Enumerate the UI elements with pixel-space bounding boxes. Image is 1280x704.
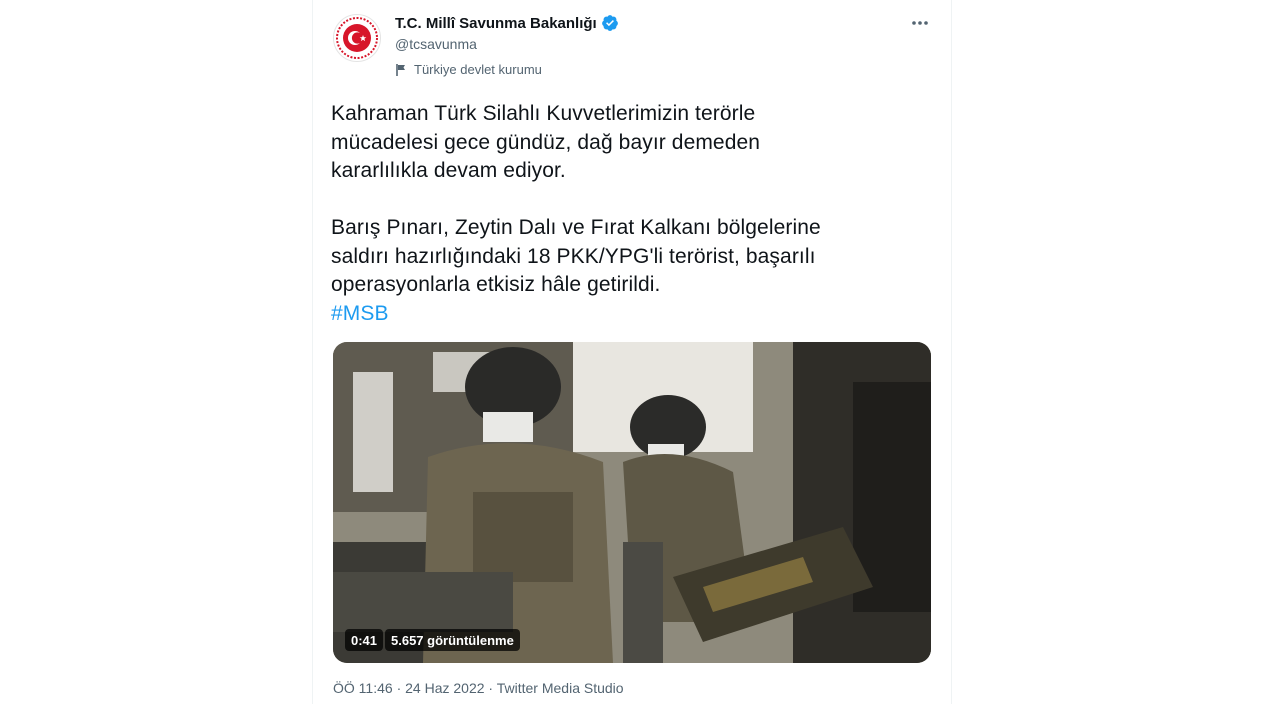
hashtag-link[interactable]: #MSB [331,302,389,325]
avatar[interactable] [333,14,381,62]
name-row: T.C. Millî Savunma Bakanlığı [395,14,619,32]
more-options-icon[interactable] [909,12,931,34]
author-handle[interactable]: @tcsavunma [395,36,619,52]
government-label[interactable]: Türkiye devlet kurumu [395,62,619,77]
tweet-card: T.C. Millî Savunma Bakanlığı @tcsavunma … [312,0,952,704]
flag-icon [396,63,405,76]
video-duration: 0:41 [345,629,384,651]
government-label-text: Türkiye devlet kurumu [414,62,542,77]
tweet-text: Kahraman Türk Silahlı Kuvvetlerimizin te… [331,102,821,296]
author-block: T.C. Millî Savunma Bakanlığı @tcsavunma … [395,14,619,77]
tweet-time[interactable]: ÖÖ 11:46 [333,680,393,696]
tweet-date[interactable]: 24 Haz 2022 [405,680,484,696]
video-views: 5.657 görüntülenme [385,629,520,651]
tweet-text-block: Kahraman Türk Silahlı Kuvvetlerimizin te… [331,100,891,328]
video-player[interactable]: 0:41 5.657 görüntülenme [333,342,931,663]
video-frame [333,342,931,663]
meta-separator-1: · [396,680,402,696]
tweet-source[interactable]: Twitter Media Studio [497,680,624,696]
author-name[interactable]: T.C. Millî Savunma Bakanlığı [395,15,597,32]
ministry-logo [336,17,378,59]
verified-icon [601,15,618,31]
tweet-meta: ÖÖ 11:46 · 24 Haz 2022 · Twitter Media S… [333,680,624,696]
meta-separator-2: · [488,680,494,696]
